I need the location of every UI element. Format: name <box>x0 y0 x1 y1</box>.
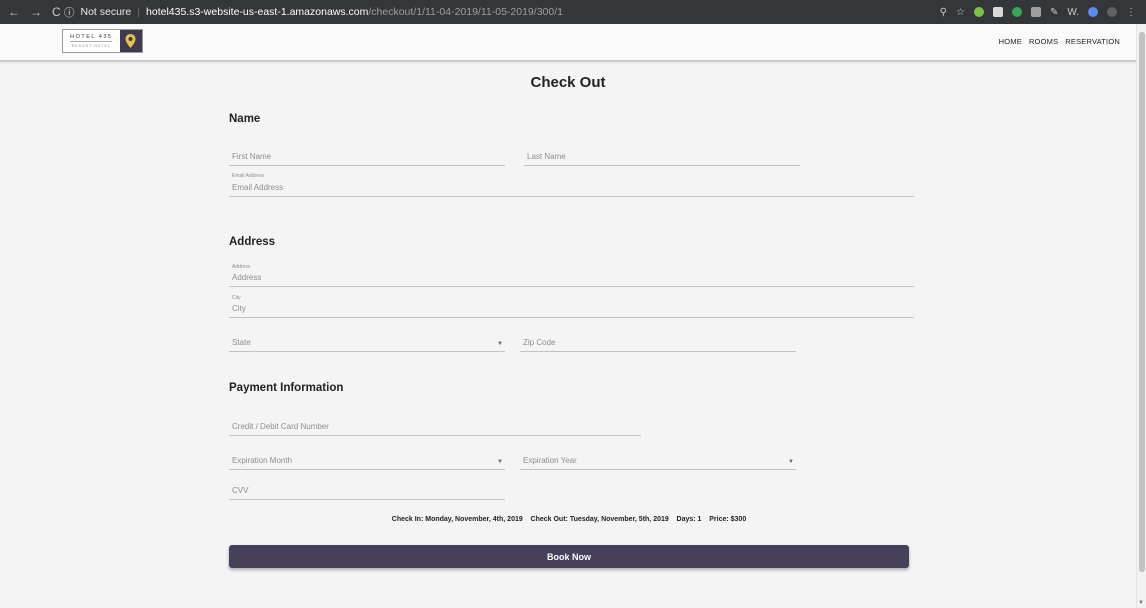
expiration-month-placeholder: Expiration Month <box>232 456 293 465</box>
chevron-down-icon: ▼ <box>497 459 503 465</box>
url-separator: | <box>137 6 141 18</box>
zip-code-placeholder: Zip Code <box>523 338 556 347</box>
extension-bar: ⚲ ☆ ✎ W. ⋮ <box>940 7 1146 18</box>
scrollbar-thumb[interactable] <box>1139 32 1145 572</box>
extension-green-icon[interactable] <box>973 7 984 17</box>
extension-box-icon[interactable] <box>1030 7 1041 17</box>
card-number-placeholder: Credit / Debit Card Number <box>232 422 329 431</box>
booking-summary: Check In: Monday, November, 4th, 2019 Ch… <box>229 516 909 523</box>
menu-kebab-icon[interactable]: ⋮ <box>1126 7 1136 18</box>
extension-w-icon[interactable]: W. <box>1067 7 1079 18</box>
nav-reservation[interactable]: RESERVATION <box>1065 37 1120 46</box>
logo-line-1: HOTEL 435 <box>70 34 113 42</box>
payment-heading: Payment Information <box>229 382 344 394</box>
logo-line-2: RESORT HOTEL <box>71 44 111 48</box>
address-heading: Address <box>229 236 276 248</box>
last-name-placeholder: Last Name <box>527 152 566 161</box>
state-select[interactable]: State ▼ <box>229 334 505 352</box>
cvv-input[interactable]: CVV <box>229 482 505 500</box>
reload-icon[interactable]: C <box>52 5 61 19</box>
expiration-month-select[interactable]: Expiration Month ▼ <box>229 452 505 470</box>
address-input[interactable]: Address Address <box>229 264 914 287</box>
check-in-text: Check In: Monday, November, 4th, 2019 <box>391 516 523 523</box>
email-input[interactable]: Email Address Email Address <box>229 173 914 197</box>
state-placeholder: State <box>232 338 251 347</box>
page-scrollbar[interactable]: ▼ <box>1136 24 1146 608</box>
chevron-down-icon: ▼ <box>497 341 503 347</box>
nav-rooms[interactable]: ROOMS <box>1029 37 1058 46</box>
forward-arrow-icon[interactable]: → <box>30 5 42 19</box>
url-host: hotel435.s3-website-us-east-1.amazonaws.… <box>146 6 369 18</box>
first-name-input[interactable]: First Name <box>229 148 505 166</box>
book-now-button[interactable]: Book Now <box>229 545 909 568</box>
last-name-input[interactable]: Last Name <box>524 148 800 166</box>
star-icon[interactable]: ☆ <box>956 7 965 18</box>
check-out-text: Check Out: Tuesday, November, 5th, 2019 <box>530 516 669 523</box>
extension-circle-icon[interactable] <box>1011 7 1022 17</box>
chevron-down-icon: ▼ <box>788 459 794 465</box>
expiration-year-select[interactable]: Expiration Year ▼ <box>520 452 796 470</box>
city-input[interactable]: City City <box>229 295 914 318</box>
city-label: City <box>232 295 241 301</box>
browser-nav: ← → C <box>0 5 64 19</box>
site-header: HOTEL 435 RESORT HOTEL HOME ROOMS RESERV… <box>0 24 1136 62</box>
extension-blue-icon[interactable] <box>1088 7 1098 17</box>
address-placeholder: Address <box>232 273 262 282</box>
page-title: Check Out <box>530 74 606 91</box>
extension-pen-icon[interactable]: ✎ <box>1050 7 1058 18</box>
extension-gray-icon[interactable] <box>992 7 1003 17</box>
top-nav: HOME ROOMS RESERVATION <box>999 37 1120 46</box>
hotel-logo[interactable]: HOTEL 435 RESORT HOTEL <box>62 29 143 53</box>
logo-text: HOTEL 435 RESORT HOTEL <box>63 30 120 52</box>
profile-avatar-icon[interactable] <box>1107 7 1117 17</box>
nav-home[interactable]: HOME <box>999 37 1022 46</box>
city-placeholder: City <box>232 304 246 313</box>
back-arrow-icon[interactable]: ← <box>8 5 20 19</box>
address-bar[interactable]: ⓘ Not secure | hotel435.s3-website-us-ea… <box>64 5 940 20</box>
email-label: Email Address <box>232 173 264 179</box>
info-icon[interactable]: ⓘ <box>64 5 75 20</box>
card-number-input[interactable]: Credit / Debit Card Number <box>229 418 641 436</box>
days-text: Days: 1 <box>676 516 702 523</box>
zoom-icon[interactable]: ⚲ <box>940 7 947 18</box>
scroll-down-arrow-icon[interactable]: ▼ <box>1138 600 1144 606</box>
zip-code-input[interactable]: Zip Code <box>520 334 796 352</box>
cvv-placeholder: CVV <box>232 486 249 495</box>
expiration-year-placeholder: Expiration Year <box>523 456 577 465</box>
first-name-placeholder: First Name <box>232 152 272 161</box>
address-label: Address <box>232 264 251 270</box>
url-path: /checkout/1/11-04-2019/11-05-2019/300/1 <box>368 6 563 18</box>
name-heading: Name <box>229 113 261 125</box>
location-pin-icon <box>119 30 142 52</box>
browser-toolbar: ← → C ⓘ Not secure | hotel435.s3-website… <box>0 0 1146 24</box>
security-label: Not secure <box>80 6 132 18</box>
price-text: Price: $300 <box>709 516 747 523</box>
email-placeholder: Email Address <box>232 183 284 192</box>
